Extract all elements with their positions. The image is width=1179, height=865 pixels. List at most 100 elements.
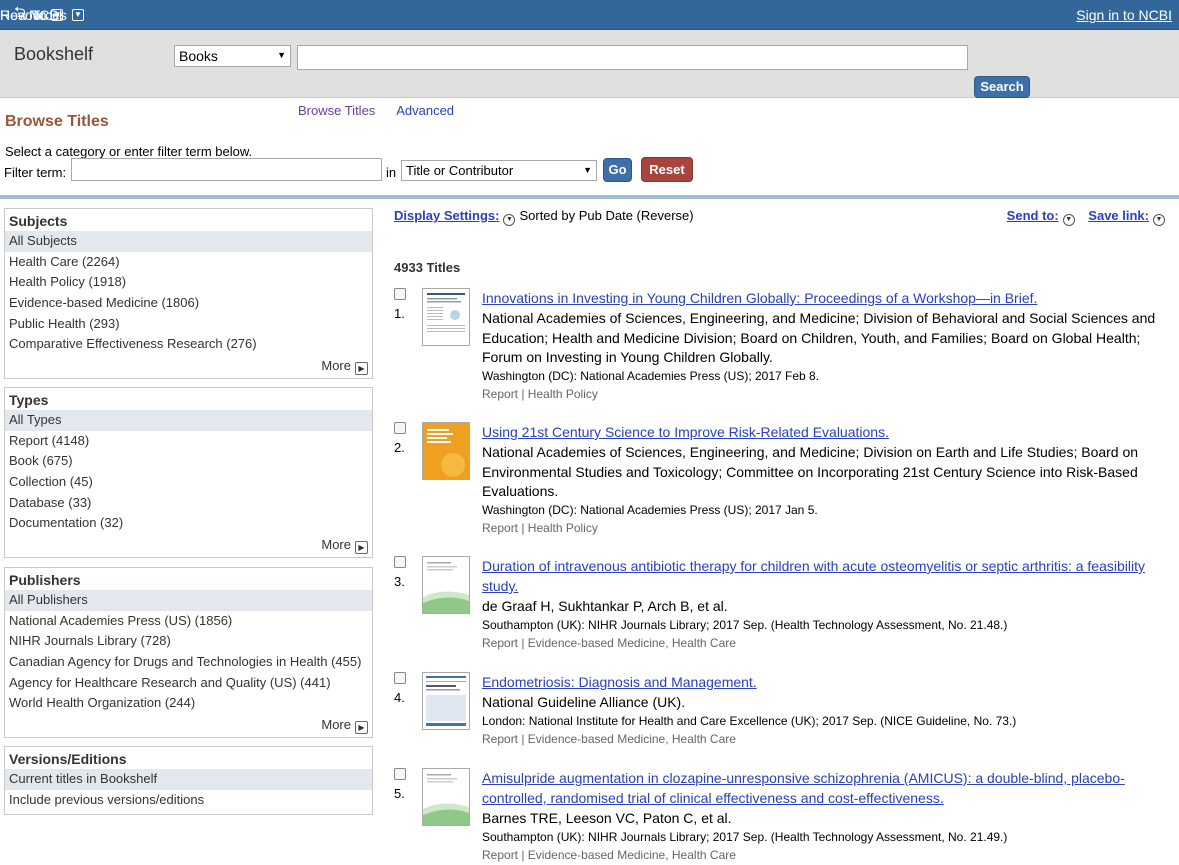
facet-more-button[interactable]: More ▶ (5, 534, 372, 558)
result-body: Duration of intravenous antibiotic thera… (482, 556, 1170, 653)
facet-more-label: More (321, 537, 351, 553)
cover-thumbnail-icon (423, 423, 469, 479)
facet-item[interactable]: All Types (5, 410, 372, 431)
display-settings-link[interactable]: Display Settings: (394, 208, 499, 223)
report-cover-blue[interactable] (422, 672, 470, 730)
result-tags: Report | Evidence-based Medicine, Health… (482, 731, 736, 746)
go-button[interactable]: Go (603, 158, 632, 182)
report-cover-white[interactable] (422, 288, 470, 346)
facet-item[interactable]: Comparative Effectiveness Research (276) (5, 334, 372, 355)
facet-more-button[interactable]: More ▶ (5, 355, 372, 379)
result-body: Endometriosis: Diagnosis and Management.… (482, 672, 1170, 749)
result-checkbox[interactable] (394, 288, 406, 300)
cover-thumbnail-icon (427, 293, 465, 332)
report-cover-green[interactable] (422, 768, 470, 826)
database-select-value: Books (179, 48, 218, 64)
chevron-right-icon: ▶ (355, 362, 368, 376)
reset-button[interactable]: Reset (641, 157, 693, 182)
result-body: Amisulpride augmentation in clozapine-un… (482, 768, 1170, 865)
facet-item[interactable]: Agency for Healthcare Research and Quali… (5, 673, 372, 694)
facet-item[interactable]: All Subjects (5, 231, 372, 252)
cover-thumbnail-icon (426, 676, 466, 726)
search-button[interactable]: Search (974, 76, 1030, 98)
result-count: 4933 Titles (394, 260, 461, 275)
result-number: 3. (394, 574, 405, 589)
menu-how-to[interactable]: How To ▼ (0, 7, 780, 23)
result-body: Using 21st Century Science to Improve Ri… (482, 422, 1170, 538)
report-cover-green[interactable] (422, 556, 470, 614)
facet-item[interactable]: Include previous versions/editions (5, 790, 372, 811)
facet-title: Types (9, 392, 49, 408)
facet-types: Types All Types Report (4148) Book (675)… (4, 387, 373, 558)
chevron-down-icon[interactable]: ▼ (1062, 214, 1075, 226)
dropdown-arrow-icon: ▼ (583, 165, 592, 175)
cover-thumbnail-icon (423, 562, 469, 613)
result-source: Southampton (UK): NIHR Journals Library;… (482, 829, 1008, 844)
chevron-down-icon: ▼ (51, 8, 64, 21)
facet-item[interactable]: World Health Organization (244) (5, 693, 372, 714)
report-cover-orange[interactable] (422, 422, 470, 480)
facet-publishers: Publishers All Publishers National Acade… (4, 567, 373, 738)
facet-item[interactable]: Health Care (2264) (5, 252, 372, 273)
dropdown-arrow-icon: ▼ (277, 50, 286, 60)
result-tags: Report | Health Policy (482, 520, 598, 535)
facet-more-label: More (321, 358, 351, 374)
filter-field-value: Title or Contributor (406, 163, 514, 178)
facet-item[interactable]: NIHR Journals Library (728) (5, 631, 372, 652)
chevron-right-icon: ▶ (355, 721, 368, 735)
facet-item[interactable]: Canadian Agency for Drugs and Technologi… (5, 652, 372, 673)
in-label: in (386, 165, 397, 180)
facet-item[interactable]: Evidence-based Medicine (1806) (5, 293, 372, 314)
filter-field-select[interactable]: Title or Contributor ▼ (401, 160, 597, 181)
facet-item[interactable]: Public Health (293) (5, 314, 372, 335)
facet-item[interactable]: Book (675) (5, 451, 372, 472)
facet-more-label: More (321, 717, 351, 733)
result-title-link[interactable]: Using 21st Century Science to Improve Ri… (482, 422, 1170, 442)
result-authors: de Graaf H, Sukhtankar P, Arch B, et al. (482, 598, 728, 614)
result-authors: Barnes TRE, Leeson VC, Paton C, et al. (482, 810, 732, 826)
facet-item[interactable]: Documentation (32) (5, 513, 372, 534)
result-title-link[interactable]: Innovations in Investing in Young Childr… (482, 288, 1170, 308)
filter-term-input[interactable] (71, 158, 382, 181)
result-title-link[interactable]: Endometriosis: Diagnosis and Management. (482, 672, 1170, 692)
result-tags: Report | Health Policy (482, 386, 598, 401)
save-link-link[interactable]: Save link: (1088, 208, 1149, 223)
result-tags: Report | Evidence-based Medicine, Health… (482, 635, 736, 650)
facet-item[interactable]: Report (4148) (5, 431, 372, 452)
database-select[interactable]: Books ▼ (174, 45, 291, 67)
facet-item[interactable]: All Publishers (5, 590, 372, 611)
ncbi-top-bar: ⮌ NCBI Resources ▼ How To ▼ Sign in to N… (0, 0, 1179, 30)
send-to-link[interactable]: Send to: (1007, 208, 1059, 223)
result-source: Washington (DC): National Academies Pres… (482, 368, 820, 383)
facet-item[interactable]: Current titles in Bookshelf (5, 769, 372, 790)
result-checkbox[interactable] (394, 556, 406, 568)
menu-how-to-label: How To (0, 6, 47, 23)
facet-item[interactable]: Collection (45) (5, 472, 372, 493)
result-authors: National Guideline Alliance (UK). (482, 694, 686, 710)
result-number: 1. (394, 306, 405, 321)
facet-versions: Versions/Editions Current titles in Book… (4, 746, 373, 815)
facet-title: Publishers (9, 572, 81, 588)
cover-thumbnail-icon (423, 774, 469, 825)
result-title-link[interactable]: Duration of intravenous antibiotic thera… (482, 556, 1170, 596)
facet-item[interactable]: Database (33) (5, 493, 372, 514)
chevron-right-icon: ▶ (355, 541, 368, 555)
instruction-text: Select a category or enter filter term b… (5, 144, 253, 159)
result-checkbox[interactable] (394, 422, 406, 434)
result-title-link[interactable]: Amisulpride augmentation in clozapine-un… (482, 768, 1170, 808)
search-input[interactable] (297, 45, 968, 70)
send-save-bar: Send to: ▼ Save link: ▼ (1007, 208, 1169, 226)
result-number: 5. (394, 786, 405, 801)
result-source: Washington (DC): National Academies Pres… (482, 502, 818, 517)
display-settings-bar: Display Settings: ▼ Sorted by Pub Date (Re… (394, 208, 694, 226)
chevron-down-icon[interactable]: ▼ (503, 214, 516, 226)
result-checkbox[interactable] (394, 768, 406, 780)
result-checkbox[interactable] (394, 672, 406, 684)
sign-in-link[interactable]: Sign in to NCBI (1076, 7, 1172, 23)
facet-item[interactable]: Health Policy (1918) (5, 272, 372, 293)
result-number: 4. (394, 690, 405, 705)
result-number: 2. (394, 440, 405, 455)
facet-item[interactable]: National Academies Press (US) (1856) (5, 611, 372, 632)
chevron-down-icon[interactable]: ▼ (1153, 214, 1165, 226)
facet-more-button[interactable]: More ▶ (5, 714, 372, 738)
